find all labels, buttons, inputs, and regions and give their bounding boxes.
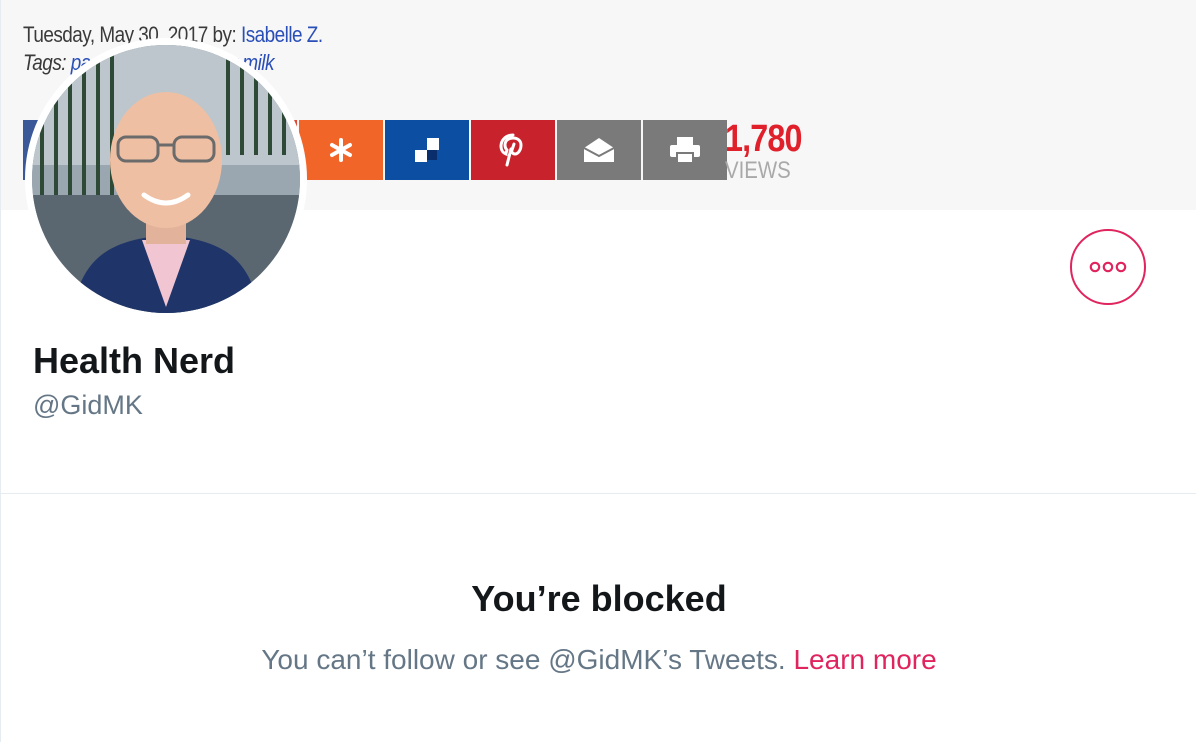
reddit-share-button xyxy=(299,120,385,180)
printer-icon xyxy=(670,137,700,164)
article-tags-label: Tags: xyxy=(23,50,71,75)
profile-page: Tuesday, May 30, 2017 by: Isabelle Z. Ta… xyxy=(0,0,1196,742)
avatar-portrait-illustration xyxy=(32,45,300,313)
envelope-icon xyxy=(583,138,615,162)
pinterest-share-button xyxy=(471,120,557,180)
section-divider xyxy=(1,493,1196,494)
delicious-share-button xyxy=(385,120,471,180)
blocked-title: You’re blocked xyxy=(471,578,727,619)
asterisk-icon xyxy=(330,138,352,162)
profile-display-name: Health Nerd xyxy=(33,340,236,381)
delicious-icon xyxy=(415,138,439,162)
pinterest-icon xyxy=(499,133,523,167)
email-share-button xyxy=(557,120,643,180)
views-count: 1,780 xyxy=(725,118,802,160)
print-share-button xyxy=(643,120,729,180)
views-label: VIEWS xyxy=(725,157,791,184)
blocked-description: You can’t follow or see @GidMK’s Tweets. xyxy=(261,644,794,675)
article-author-link: Isabelle Z. xyxy=(240,22,323,47)
profile-avatar[interactable] xyxy=(25,38,307,320)
profile-handle: @GidMK xyxy=(33,390,143,420)
more-options-button[interactable] xyxy=(1070,229,1146,305)
more-horizontal-icon xyxy=(1089,261,1127,273)
blocked-description-line: You can’t follow or see @GidMK’s Tweets.… xyxy=(1,644,1196,676)
learn-more-link[interactable]: Learn more xyxy=(793,644,936,675)
avatar-photo xyxy=(32,45,300,313)
view-counter: 1,780 VIEWS xyxy=(725,118,815,184)
